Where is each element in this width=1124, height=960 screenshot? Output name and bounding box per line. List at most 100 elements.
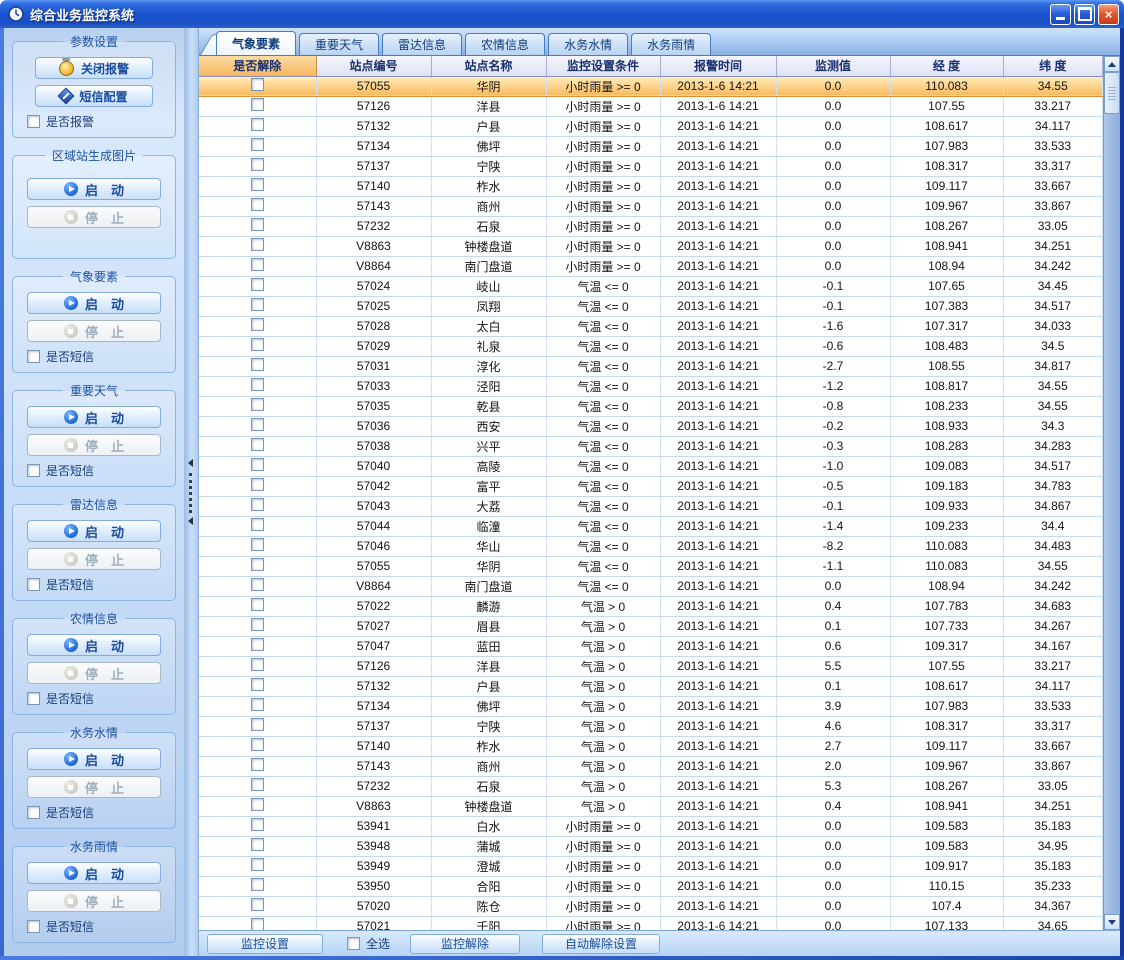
table-row[interactable]: 57137宁陕气温 > 02013-1-6 14:214.6108.31733.… xyxy=(199,716,1103,736)
table-row[interactable]: 57036西安气温 <= 02013-1-6 14:21-0.2108.9333… xyxy=(199,416,1103,436)
table-row[interactable]: 57126洋县小时雨量 >= 02013-1-6 14:210.0107.553… xyxy=(199,96,1103,116)
row-release-checkbox[interactable] xyxy=(251,138,264,151)
table-row[interactable]: 57031淳化气温 <= 02013-1-6 14:21-2.7108.5534… xyxy=(199,356,1103,376)
table-row[interactable]: 57042富平气温 <= 02013-1-6 14:21-0.5109.1833… xyxy=(199,476,1103,496)
minimize-button[interactable] xyxy=(1050,4,1071,25)
column-header-7[interactable]: 经 度 xyxy=(890,56,1003,76)
row-release-checkbox[interactable] xyxy=(251,878,264,891)
scroll-down-button[interactable] xyxy=(1104,914,1120,930)
monitor-release-button[interactable]: 监控解除 xyxy=(410,934,520,954)
row-release-checkbox[interactable] xyxy=(251,898,264,911)
auto-release-settings-button[interactable]: 自动解除设置 xyxy=(542,934,660,954)
maximize-button[interactable] xyxy=(1074,4,1095,25)
row-release-checkbox[interactable] xyxy=(251,658,264,671)
row-release-checkbox[interactable] xyxy=(251,538,264,551)
row-release-checkbox[interactable] xyxy=(251,498,264,511)
row-release-checkbox[interactable] xyxy=(251,298,264,311)
table-row[interactable]: 53941白水小时雨量 >= 02013-1-6 14:210.0109.583… xyxy=(199,816,1103,836)
row-release-checkbox[interactable] xyxy=(251,398,264,411)
row-release-checkbox[interactable] xyxy=(251,378,264,391)
table-row[interactable]: 53948蒲城小时雨量 >= 02013-1-6 14:210.0109.583… xyxy=(199,836,1103,856)
row-release-checkbox[interactable] xyxy=(251,558,264,571)
row-release-checkbox[interactable] xyxy=(251,578,264,591)
row-release-checkbox[interactable] xyxy=(251,758,264,771)
checkbox-weather-elements[interactable] xyxy=(27,350,40,363)
row-release-checkbox[interactable] xyxy=(251,738,264,751)
start-button-agri-info[interactable]: 启 动 xyxy=(27,634,161,656)
tab-water-level[interactable]: 水务水情 xyxy=(548,33,628,55)
table-row[interactable]: 57143商州小时雨量 >= 02013-1-6 14:210.0109.967… xyxy=(199,196,1103,216)
stop-button-weather-elements[interactable]: 停 止 xyxy=(27,320,161,342)
stop-button-water-rain[interactable]: 停 止 xyxy=(27,890,161,912)
scroll-up-button[interactable] xyxy=(1104,56,1120,72)
tab-radar-info[interactable]: 雷达信息 xyxy=(382,33,462,55)
row-release-checkbox[interactable] xyxy=(251,158,264,171)
row-release-checkbox[interactable] xyxy=(251,838,264,851)
start-button-water-level[interactable]: 启 动 xyxy=(27,748,161,770)
checkbox-water-rain[interactable] xyxy=(27,920,40,933)
checkbox-radar-info[interactable] xyxy=(27,578,40,591)
collapse-arrow-icon[interactable] xyxy=(188,459,193,467)
scrollbar-track[interactable] xyxy=(1104,114,1120,914)
row-release-checkbox[interactable] xyxy=(251,338,264,351)
table-row[interactable]: 57132户县小时雨量 >= 02013-1-6 14:210.0108.617… xyxy=(199,116,1103,136)
table-row[interactable]: 57024岐山气温 <= 02013-1-6 14:21-0.1107.6534… xyxy=(199,276,1103,296)
checkbox-params[interactable] xyxy=(27,115,40,128)
vertical-scrollbar[interactable] xyxy=(1103,56,1120,930)
table-row[interactable]: 57055华阴气温 <= 02013-1-6 14:21-1.1110.0833… xyxy=(199,556,1103,576)
column-header-8[interactable]: 纬 度 xyxy=(1003,56,1103,76)
table-row[interactable]: 57047蓝田气温 > 02013-1-6 14:210.6109.31734.… xyxy=(199,636,1103,656)
title-bar[interactable]: 综合业务监控系统 × xyxy=(0,0,1124,28)
row-release-checkbox[interactable] xyxy=(251,238,264,251)
row-release-checkbox[interactable] xyxy=(251,318,264,331)
table-row[interactable]: 57134佛坪小时雨量 >= 02013-1-6 14:210.0107.983… xyxy=(199,136,1103,156)
table-row[interactable]: 57126洋县气温 > 02013-1-6 14:215.5107.5533.2… xyxy=(199,656,1103,676)
table-row[interactable]: 57021千阳小时雨量 >= 02013-1-6 14:210.0107.133… xyxy=(199,916,1103,930)
table-row[interactable]: 57232石泉小时雨量 >= 02013-1-6 14:210.0108.267… xyxy=(199,216,1103,236)
row-release-checkbox[interactable] xyxy=(251,258,264,271)
table-row[interactable]: 57038兴平气温 <= 02013-1-6 14:21-0.3108.2833… xyxy=(199,436,1103,456)
table-row[interactable]: 57046华山气温 <= 02013-1-6 14:21-8.2110.0833… xyxy=(199,536,1103,556)
table-row[interactable]: 57033泾阳气温 <= 02013-1-6 14:21-1.2108.8173… xyxy=(199,376,1103,396)
row-release-checkbox[interactable] xyxy=(251,118,264,131)
sidebar-splitter[interactable] xyxy=(184,28,198,956)
table-row[interactable]: 57132户县气温 > 02013-1-6 14:210.1108.61734.… xyxy=(199,676,1103,696)
row-release-checkbox[interactable] xyxy=(251,98,264,111)
column-header-5[interactable]: 报警时间 xyxy=(660,56,776,76)
table-row[interactable]: V8864南门盘道小时雨量 >= 02013-1-6 14:210.0108.9… xyxy=(199,256,1103,276)
row-release-checkbox[interactable] xyxy=(251,418,264,431)
tab-important-weather[interactable]: 重要天气 xyxy=(299,33,379,55)
column-header-2[interactable]: 站点编号 xyxy=(316,56,431,76)
table-row[interactable]: 57022麟游气温 > 02013-1-6 14:210.4107.78334.… xyxy=(199,596,1103,616)
column-header-1[interactable]: 是否解除 xyxy=(199,56,316,76)
stop-button-water-level[interactable]: 停 止 xyxy=(27,776,161,798)
table-row[interactable]: 53950合阳小时雨量 >= 02013-1-6 14:210.0110.153… xyxy=(199,876,1103,896)
row-release-checkbox[interactable] xyxy=(251,598,264,611)
row-release-checkbox[interactable] xyxy=(251,818,264,831)
table-row[interactable]: 57035乾县气温 <= 02013-1-6 14:21-0.8108.2333… xyxy=(199,396,1103,416)
start-button-water-rain[interactable]: 启 动 xyxy=(27,862,161,884)
row-release-checkbox[interactable] xyxy=(251,778,264,791)
row-release-checkbox[interactable] xyxy=(251,858,264,871)
stop-button-region-image[interactable]: 停 止 xyxy=(27,206,161,228)
start-button-important-weather[interactable]: 启 动 xyxy=(27,406,161,428)
table-row[interactable]: 57028太白气温 <= 02013-1-6 14:21-1.6107.3173… xyxy=(199,316,1103,336)
row-release-checkbox[interactable] xyxy=(251,698,264,711)
table-row[interactable]: 57232石泉气温 > 02013-1-6 14:215.3108.26733.… xyxy=(199,776,1103,796)
start-button-weather-elements[interactable]: 启 动 xyxy=(27,292,161,314)
table-row[interactable]: 57025凤翔气温 <= 02013-1-6 14:21-0.1107.3833… xyxy=(199,296,1103,316)
table-row[interactable]: 57043大荔气温 <= 02013-1-6 14:21-0.1109.9333… xyxy=(199,496,1103,516)
start-button-region-image[interactable]: 启 动 xyxy=(27,178,161,200)
row-release-checkbox[interactable] xyxy=(251,198,264,211)
table-row[interactable]: 57140柞水小时雨量 >= 02013-1-6 14:210.0109.117… xyxy=(199,176,1103,196)
table-row[interactable]: 57140柞水气温 > 02013-1-6 14:212.7109.11733.… xyxy=(199,736,1103,756)
row-release-checkbox[interactable] xyxy=(251,478,264,491)
row-release-checkbox[interactable] xyxy=(251,218,264,231)
table-row[interactable]: 57020陈仓小时雨量 >= 02013-1-6 14:210.0107.434… xyxy=(199,896,1103,916)
table-row[interactable]: 53949澄城小时雨量 >= 02013-1-6 14:210.0109.917… xyxy=(199,856,1103,876)
select-all-checkbox[interactable] xyxy=(347,937,360,950)
tab-water-rain[interactable]: 水务雨情 xyxy=(631,33,711,55)
tab-agri-info[interactable]: 农情信息 xyxy=(465,33,545,55)
sms-config-button[interactable]: 短信配置 xyxy=(35,85,153,107)
table-row[interactable]: 57029礼泉气温 <= 02013-1-6 14:21-0.6108.4833… xyxy=(199,336,1103,356)
